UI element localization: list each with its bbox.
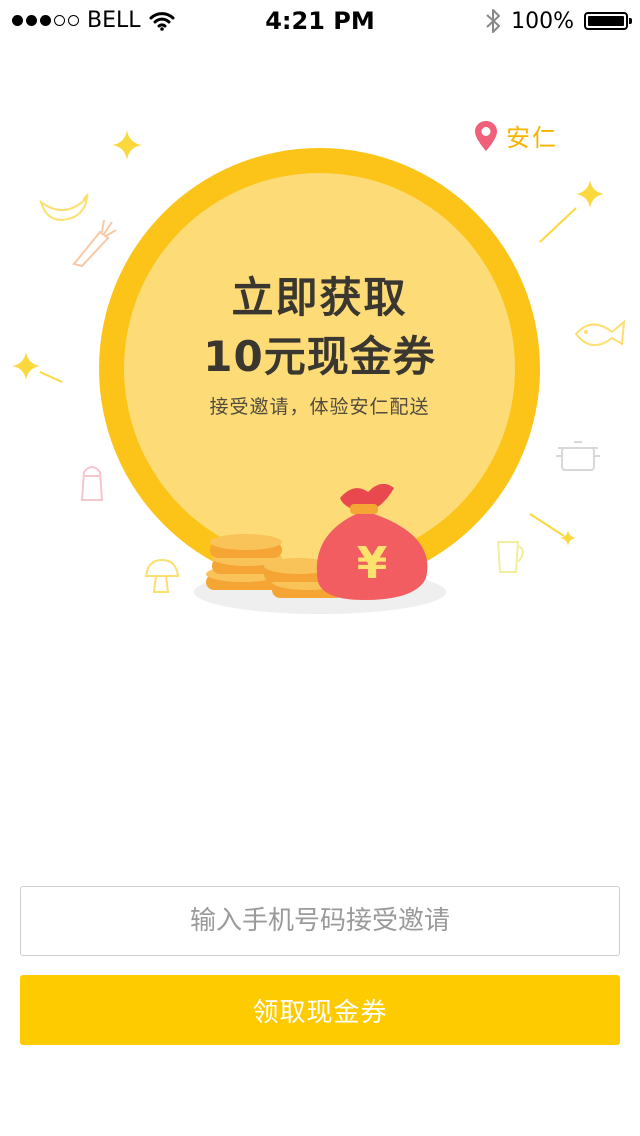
claim-coupon-button[interactable]: 领取现金券 xyxy=(20,975,620,1045)
bluetooth-icon xyxy=(486,9,501,33)
sparkle-icon xyxy=(112,130,142,160)
location-pin-icon xyxy=(475,120,497,151)
measuring-cup-icon xyxy=(496,541,524,573)
battery-percent: 100% xyxy=(511,8,574,34)
battery-icon xyxy=(584,12,632,30)
phone-input[interactable] xyxy=(20,886,620,956)
status-bar: BELL 4:21 PM 100% xyxy=(0,0,640,44)
sparkle-wand-icon xyxy=(539,180,604,243)
hero-title-line2: 10元现金券 xyxy=(203,332,436,381)
hero-text: 立即获取 10元现金券 接受邀请，体验安仁配送 xyxy=(99,270,540,422)
fish-icon xyxy=(574,319,626,346)
yuan-symbol: ¥ xyxy=(357,538,388,589)
money-illustration: ¥ xyxy=(194,483,446,614)
sparkle-wand-icon xyxy=(12,352,63,383)
hero-subtitle: 接受邀请，体验安仁配送 xyxy=(209,396,430,418)
status-bar-right: 100% xyxy=(485,8,632,34)
mushroom-icon xyxy=(144,558,180,593)
sparkle-wand-icon xyxy=(529,513,576,546)
location-label: 安仁 xyxy=(506,124,558,152)
salt-shaker-icon xyxy=(80,466,104,501)
location-selector[interactable]: 安仁 xyxy=(474,118,558,153)
hero-title-line1: 立即获取 xyxy=(231,273,408,322)
cooking-pot-icon xyxy=(556,441,600,471)
carrot-icon xyxy=(72,219,117,268)
